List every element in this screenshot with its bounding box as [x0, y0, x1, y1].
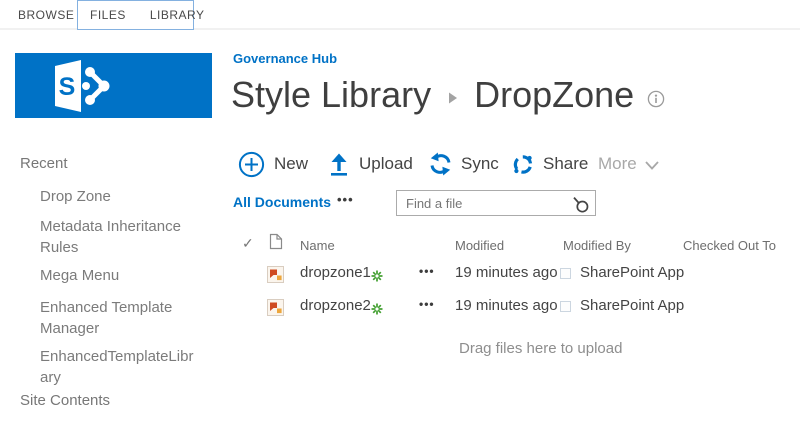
ribbon-contextual-tab-group: FILES LIBRARY — [77, 0, 204, 30]
share-button-label: Share — [543, 154, 589, 173]
new-badge-icon — [371, 302, 383, 320]
new-plus-icon — [238, 151, 265, 177]
column-header-modified[interactable]: Modified — [455, 238, 504, 253]
sidebar-item-site-contents[interactable]: Site Contents — [20, 392, 110, 409]
sidebar-item-metadata-inheritance-rules[interactable]: Metadata Inheritance Rules — [40, 216, 198, 258]
select-all-checkmark-icon[interactable]: ✓ — [242, 235, 254, 252]
search-input[interactable] — [397, 191, 569, 215]
sharepoint-logo[interactable]: S — [15, 53, 212, 118]
ribbon-tab-library[interactable]: LIBRARY — [150, 8, 205, 22]
file-type-icon[interactable] — [267, 266, 284, 288]
sync-button-label: Sync — [461, 154, 499, 173]
search-icon[interactable] — [571, 195, 589, 218]
presence-indicator-icon — [560, 301, 571, 312]
svg-text:S: S — [59, 73, 76, 101]
file-name-link[interactable]: dropzone2 — [300, 297, 371, 314]
share-button[interactable]: Share — [512, 148, 588, 180]
upload-button[interactable]: Upload — [328, 148, 413, 180]
more-button[interactable]: More — [598, 148, 659, 180]
upload-icon — [331, 153, 347, 176]
modified-cell: 19 minutes ago — [455, 264, 558, 281]
presence-indicator-icon — [560, 268, 571, 279]
sidebar-item-drop-zone[interactable]: Drop Zone — [40, 186, 198, 207]
table-row: dropzone2 ••• 19 minutes ago SharePoint … — [0, 293, 800, 326]
sidebar-item-enhancedtemplatelibrary[interactable]: EnhancedTemplateLibrary — [40, 346, 198, 388]
ribbon-tab-bar: BROWSE FILES LIBRARY — [0, 0, 800, 30]
breadcrumb-current: DropZone — [474, 74, 635, 115]
more-button-label: More — [598, 154, 637, 173]
ribbon-tab-browse[interactable]: BROWSE — [18, 0, 74, 30]
upload-button-label: Upload — [359, 154, 413, 173]
site-breadcrumb-link[interactable]: Governance Hub — [233, 51, 337, 66]
new-badge-icon — [371, 269, 383, 287]
item-menu-ellipsis[interactable]: ••• — [419, 297, 435, 311]
info-icon[interactable] — [647, 90, 665, 108]
breadcrumb-parent-link[interactable]: Style Library — [231, 74, 431, 116]
item-menu-ellipsis[interactable]: ••• — [419, 264, 435, 278]
modified-cell: 19 minutes ago — [455, 297, 558, 314]
file-name-link[interactable]: dropzone1 — [300, 264, 371, 281]
chevron-down-icon — [645, 161, 659, 170]
view-options-ellipsis[interactable]: ••• — [337, 192, 354, 207]
breadcrumb-separator-icon — [449, 92, 458, 104]
new-button-label: New — [274, 154, 309, 173]
share-icon — [513, 154, 533, 174]
column-header-name[interactable]: Name — [300, 238, 335, 253]
column-header-checked-out-to[interactable]: Checked Out To — [683, 238, 776, 253]
page-title: Style Library DropZone — [231, 74, 665, 116]
sidebar-heading-recent: Recent — [20, 155, 68, 172]
modified-by-cell: SharePoint App — [580, 297, 685, 314]
column-header-modified-by[interactable]: Modified By — [563, 238, 631, 253]
table-row: dropzone1 ••• 19 minutes ago SharePoint … — [0, 260, 800, 293]
sharepoint-logo-icon: S — [55, 59, 110, 112]
sync-button[interactable]: Sync — [429, 148, 499, 180]
file-type-icon[interactable] — [267, 299, 284, 321]
drag-drop-hint: Drag files here to upload — [459, 340, 623, 357]
modified-by-cell: SharePoint App — [580, 264, 685, 281]
new-button[interactable]: New — [238, 148, 308, 180]
ribbon-tab-files[interactable]: FILES — [90, 8, 126, 22]
view-selector-all-documents[interactable]: All Documents — [233, 194, 331, 210]
search-box — [396, 190, 596, 216]
document-type-column-icon[interactable] — [269, 233, 283, 253]
sync-icon — [430, 152, 451, 176]
